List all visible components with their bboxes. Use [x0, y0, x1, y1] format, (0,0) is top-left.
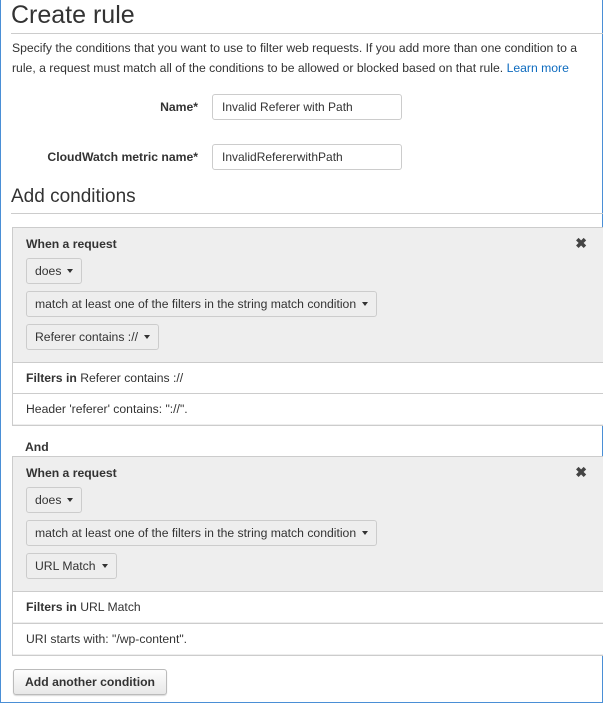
filters-header: Filters in Referer contains ://: [13, 362, 603, 393]
close-icon[interactable]: ✖: [575, 235, 587, 252]
filters-name: URL Match: [80, 600, 141, 614]
condition-dropdown[interactable]: URL Match: [26, 553, 117, 579]
match-type-dropdown[interactable]: match at least one of the filters in the…: [26, 291, 378, 317]
condition-heading: When a request: [26, 466, 117, 480]
caret-down-icon: [362, 301, 369, 306]
metric-name-label: CloudWatch metric name*: [47, 150, 198, 164]
condition-dropdown[interactable]: Referer contains ://: [26, 324, 159, 350]
caret-down-icon: [67, 268, 74, 273]
dropdown-value: URL Match: [35, 559, 96, 573]
does-dropdown[interactable]: does: [26, 487, 83, 513]
dropdown-value: match at least one of the filters in the…: [35, 297, 357, 311]
divider: [11, 213, 603, 214]
description-text: Specify the conditions that you want to …: [12, 41, 578, 75]
filter-detail: URI starts with: "/wp-content".: [13, 623, 603, 654]
match-type-dropdown[interactable]: match at least one of the filters in the…: [26, 520, 378, 546]
divider: [11, 33, 603, 34]
filters-prefix: Filters in: [26, 371, 77, 385]
dropdown-value: match at least one of the filters in the…: [35, 526, 357, 540]
name-label: Name*: [160, 100, 198, 114]
filters-name: Referer contains ://: [80, 371, 184, 385]
does-dropdown[interactable]: does: [26, 258, 83, 284]
add-conditions-title: Add conditions: [11, 186, 136, 207]
close-icon[interactable]: ✖: [575, 464, 587, 481]
condition-heading: When a request: [26, 237, 117, 251]
filter-detail: Header 'referer' contains: "://".: [13, 393, 603, 424]
filters-header: Filters in URL Match: [13, 591, 603, 622]
and-label: And: [25, 440, 49, 454]
learn-more-link[interactable]: Learn more: [507, 61, 569, 75]
page-title: Create rule: [11, 1, 135, 29]
page-description: Specify the conditions that you want to …: [12, 38, 603, 78]
dropdown-value: does: [35, 264, 62, 278]
filters-prefix: Filters in: [26, 600, 77, 614]
caret-down-icon: [362, 530, 369, 535]
condition-panel: When a request ✖ does match at least one…: [12, 456, 603, 656]
condition-panel: When a request ✖ does match at least one…: [12, 227, 603, 426]
add-another-condition-button[interactable]: Add another condition: [13, 669, 167, 695]
metric-name-input[interactable]: [212, 144, 402, 170]
caret-down-icon: [101, 563, 108, 568]
caret-down-icon: [143, 334, 150, 339]
dropdown-value: Referer contains ://: [35, 330, 138, 344]
dropdown-value: does: [35, 493, 62, 507]
caret-down-icon: [67, 497, 74, 502]
name-input[interactable]: [212, 94, 402, 120]
